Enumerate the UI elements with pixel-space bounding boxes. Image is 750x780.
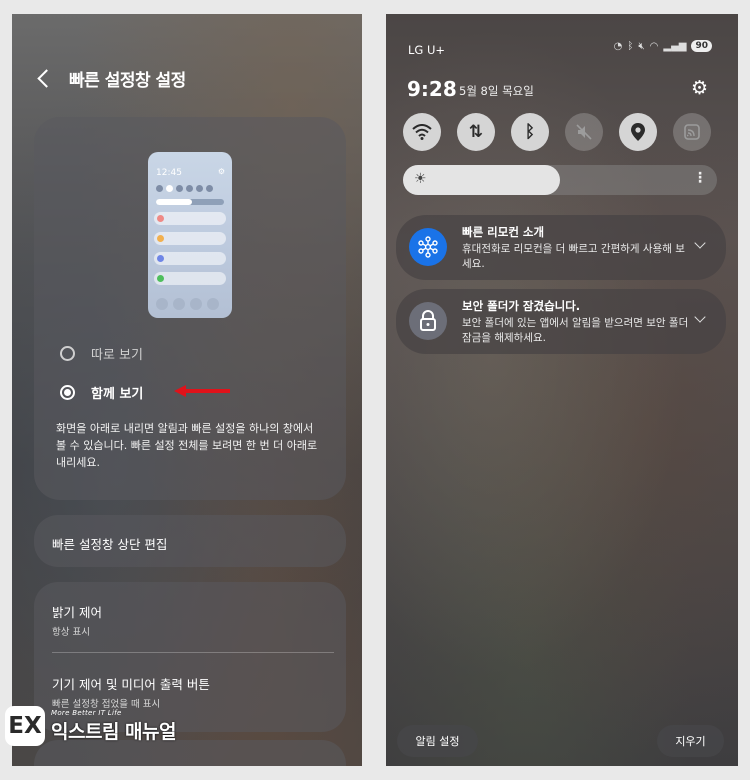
preview-tiles [156,185,213,192]
notification-body: 휴대전화로 리모컨을 더 빠르고 간편하게 사용해 보세요. [462,243,685,270]
carrier-label: LG U+ [408,43,446,57]
bluetooth-icon[interactable]: ᛒ [511,113,549,151]
clear-button[interactable]: 지우기 [657,725,724,757]
radio-button[interactable] [60,346,75,361]
quick-tiles: ⇅ ᛒ [403,113,711,151]
data-saver-icon: ◔ [613,40,623,52]
brightness-icon: ☀ [414,171,427,187]
item-title: 밝기 제어 [52,605,102,620]
settings-gear-icon[interactable]: ⚙ [691,77,708,99]
mute-icon[interactable] [565,113,603,151]
media-output-item[interactable]: 기기 제어 및 미디어 출력 버튼 빠른 설정창 접었을 때 표시 [52,674,210,710]
battery-icon: 90 [691,40,712,52]
preview-notification [154,212,226,225]
wifi-icon[interactable] [403,113,441,151]
notification-title: 빠른 리모컨 소개 [462,225,545,239]
mobile-data-icon[interactable]: ⇅ [457,113,495,151]
header: 빠른 설정창 설정 [37,66,186,91]
item-title: 빠른 설정창 상단 편집 [52,537,168,552]
option-separate-view[interactable]: 따로 보기 [60,344,143,363]
option-label: 함께 보기 [91,387,144,402]
preview-gear-icon: ⚙ [217,167,225,176]
watermark: EX More Better IT Life 익스트림 매뉴얼 [5,706,176,746]
wifi-status-icon: ◠ [649,40,659,52]
preview-notification [154,272,226,285]
quick-panel-settings-screen: 빠른 설정창 설정 12:45 ⚙ 따로 보기 함께 보기 화면을 아래로 내리… [12,14,362,766]
preview-brightness-bar [156,199,224,205]
preview-notification [154,252,226,265]
page-title: 빠른 설정창 설정 [69,71,186,91]
brightness-slider[interactable]: ☀ ⋮ [403,165,717,195]
remote-hub-icon [409,228,447,266]
mute-status-icon: 🔇︎ [638,40,645,52]
clock-time[interactable]: 9:28 [407,77,457,101]
expand-chevron-icon[interactable] [694,311,706,323]
divider [52,652,334,653]
more-options-icon[interactable]: ⋮ [693,170,707,186]
watermark-logo: EX [5,706,45,746]
clock-date[interactable]: 5월 8일 목요일 [459,83,534,99]
radio-button-selected[interactable] [60,385,75,400]
signal-icon: ▂▄▆ [663,40,687,52]
notification-title: 보안 폴더가 잠겼습니다. [462,299,581,313]
quick-panel-preview: 12:45 ⚙ [148,152,232,318]
edit-top-panel-item[interactable]: 빠른 설정창 상단 편집 [34,515,346,567]
notification-settings-button[interactable]: 알림 설정 [397,725,478,757]
status-bar-icons: ◔ ᛒ 🔇︎ ◠ ▂▄▆ 90 [614,40,712,52]
notification-panel-screen: LG U+ ◔ ᛒ 🔇︎ ◠ ▂▄▆ 90 9:28 5월 8일 목요일 ⚙ ⇅… [386,14,738,766]
bluetooth-status-icon: ᛒ [627,40,634,52]
notification-remote[interactable]: 빠른 리모컨 소개 휴대전화로 리모컨을 더 빠르고 간편하게 사용해 보세요. [396,215,726,280]
option-together-view[interactable]: 함께 보기 [60,383,143,402]
lock-icon [409,302,447,340]
brightness-control-item[interactable]: 밝기 제어 항상 표시 [52,602,102,638]
option-description: 화면을 아래로 내리면 알림과 빠른 설정을 하나의 창에서 볼 수 있습니다.… [56,422,318,469]
watermark-name: 익스트림 매뉴얼 [51,720,176,743]
back-icon[interactable] [37,69,56,88]
notification-body: 보안 폴더에 있는 앱에서 알림을 받으려면 보안 폴더 잠금을 해제하세요. [462,317,689,344]
option-label: 따로 보기 [91,348,143,363]
preview-time: 12:45 [156,168,182,178]
preview-dock [156,298,219,310]
location-icon[interactable] [619,113,657,151]
item-title: 기기 제어 및 미디어 출력 버튼 [52,677,210,692]
watermark-tagline: More Better IT Life [51,708,122,717]
red-arrow-icon [174,385,230,397]
preview-notification [154,232,226,245]
cast-icon[interactable] [673,113,711,151]
item-subtitle: 항상 표시 [52,627,90,638]
layout-option-card: 12:45 ⚙ 따로 보기 함께 보기 화면을 아래로 내리면 알림과 빠른 설… [34,117,346,500]
notification-secure-folder[interactable]: 보안 폴더가 잠겼습니다. 보안 폴더에 있는 앱에서 알림을 받으려면 보안 … [396,289,726,354]
expand-chevron-icon[interactable] [694,237,706,249]
